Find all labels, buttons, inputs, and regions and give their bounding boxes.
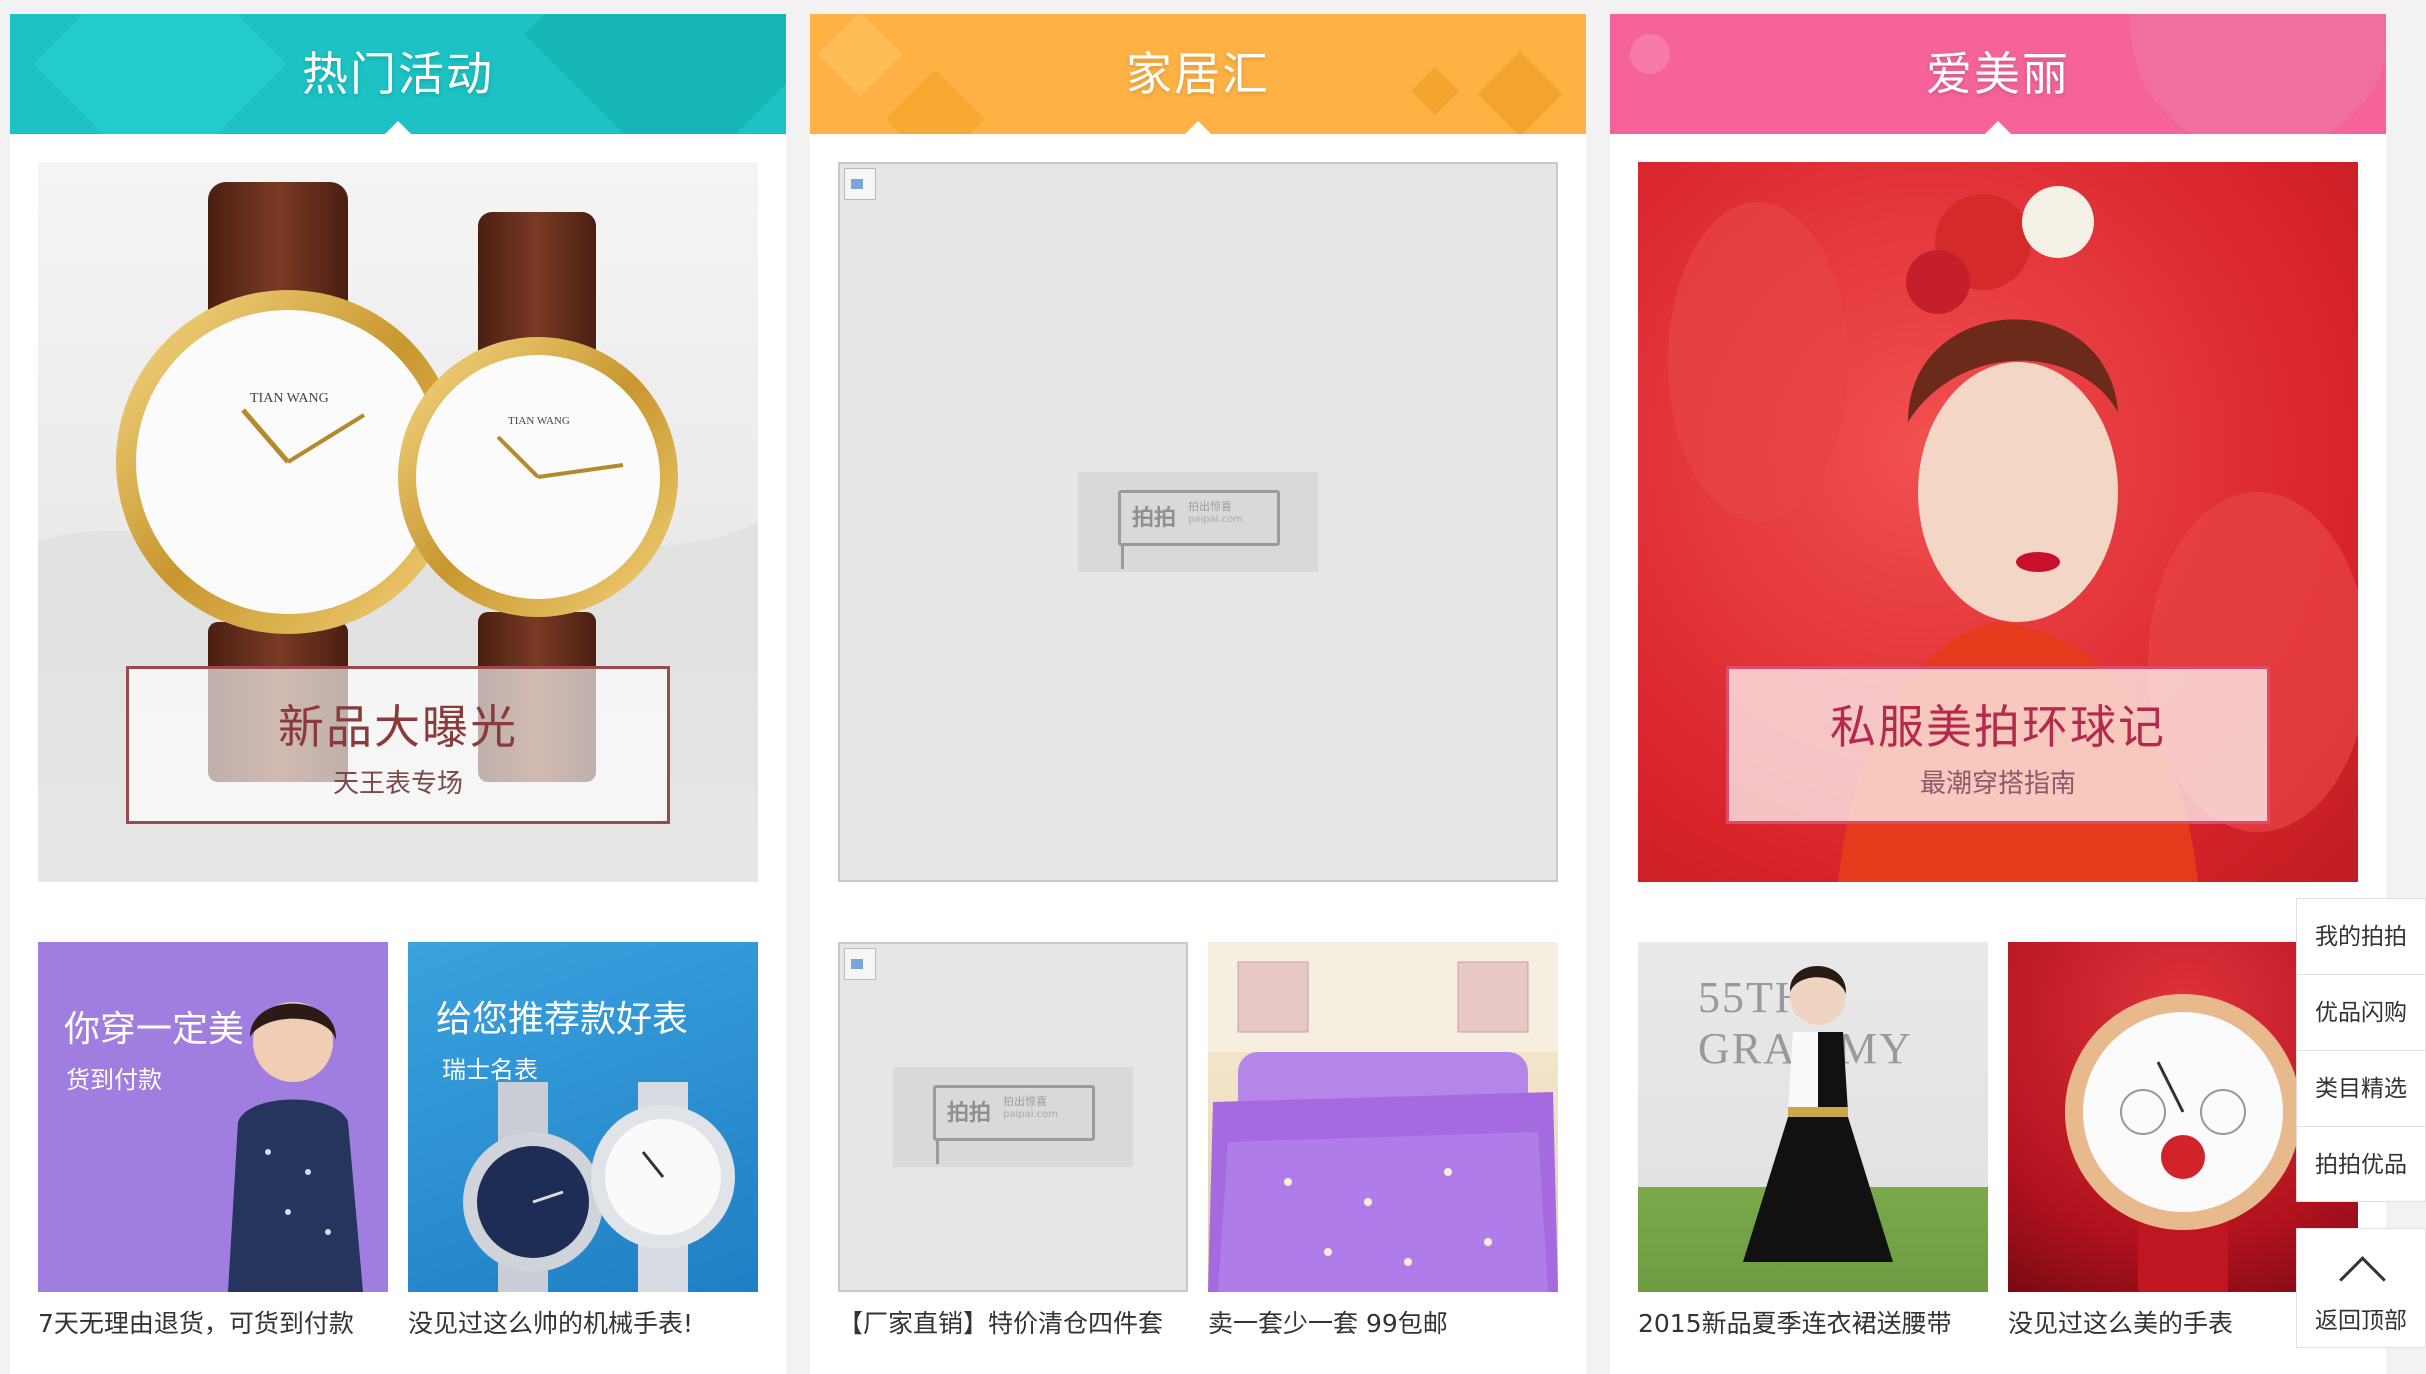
watch-illustration (463, 1082, 735, 1292)
header-notch (1184, 121, 1212, 134)
header-notch (1984, 121, 2012, 134)
product-caption[interactable]: 【厂家直销】特价清仓四件套 (838, 1304, 1198, 1340)
product-caption[interactable]: 7天无理由退货，可货到付款 (38, 1304, 398, 1340)
column-beauty: 爱美丽 私服美拍环球记 最潮穿搭指南 55TH GRAMMY (1610, 14, 2386, 1374)
broken-image-icon (844, 168, 876, 200)
column-home-goods: 家居汇 拍拍 拍出惊喜 paipai.com 拍拍 拍出惊喜 paipai.co… (810, 14, 1586, 1374)
banner-caption-box: 新品大曝光 天王表专场 (126, 666, 670, 824)
sidebar-item-category-picks[interactable]: 类目精选 (2296, 1050, 2426, 1126)
column-hot-activities: 热门活动 TIAN WANG TIAN WANG 新品大曝光 天王表专场 你穿一… (10, 14, 786, 1374)
chevron-up-icon (2339, 1256, 2386, 1303)
product-dress[interactable]: 55TH GRAMMY (1638, 942, 1988, 1292)
broken-image-icon (844, 948, 876, 980)
paipai-logo: 拍拍 拍出惊喜 paipai.com (1078, 472, 1318, 572)
column-title[interactable]: 爱美丽 (1610, 14, 2386, 134)
promo-fashion[interactable]: 你穿一定美 货到付款 (38, 942, 388, 1292)
column-title[interactable]: 家居汇 (810, 14, 1586, 134)
sidebar-item-paipai-choice[interactable]: 拍拍优品 (2296, 1126, 2426, 1202)
product-caption[interactable]: 2015新品夏季连衣裙送腰带 (1638, 1304, 1998, 1340)
promo-subline: 货到付款 (66, 1066, 162, 1094)
logo-subtext: 拍出惊喜 (1188, 500, 1232, 513)
banner-caption-box: 私服美拍环球记 最潮穿搭指南 (1726, 666, 2270, 824)
banner-image-placeholder[interactable]: 拍拍 拍出惊喜 paipai.com (838, 162, 1558, 882)
column-header: 家居汇 (810, 14, 1586, 134)
product-caption[interactable]: 没见过这么帅的机械手表! (408, 1304, 768, 1340)
banner-subline: 天王表专场 (332, 769, 463, 799)
header-notch (384, 121, 412, 134)
svg-text:TIAN WANG: TIAN WANG (250, 391, 329, 406)
bedding-illustration (1208, 942, 1558, 1292)
promo-watches[interactable]: 给您推荐款好表 瑞士名表 (408, 942, 758, 1292)
product-image-placeholder[interactable]: 拍拍 拍出惊喜 paipai.com (838, 942, 1188, 1292)
back-to-top-label: 返回顶部 (2315, 1308, 2407, 1334)
promo-headline: 给您推荐款好表 (436, 999, 689, 1040)
logo-subtext: 拍出惊喜 (1003, 1095, 1047, 1108)
logo-url: paipai.com (1003, 1109, 1059, 1120)
product-bedding[interactable] (1208, 942, 1558, 1292)
logo-url: paipai.com (1188, 514, 1244, 525)
product-caption[interactable]: 卖一套少一套 99包邮 (1208, 1304, 1568, 1340)
sidebar-item-my-paipai[interactable]: 我的拍拍 (2296, 898, 2426, 974)
banner-watches[interactable]: TIAN WANG TIAN WANG 新品大曝光 天王表专场 (38, 162, 758, 882)
model-illustration (228, 1002, 363, 1292)
column-title[interactable]: 热门活动 (10, 14, 786, 134)
logo-text: 拍拍 (1132, 506, 1177, 531)
banner-headline: 新品大曝光 (278, 700, 518, 754)
banner-subline: 最潮穿搭指南 (1919, 769, 2076, 799)
banner-fashion[interactable]: 私服美拍环球记 最潮穿搭指南 (1638, 162, 2358, 882)
dress-model-illustration (1743, 965, 1893, 1262)
logo-text: 拍拍 (947, 1101, 992, 1126)
floating-sidebar: 我的拍拍 优品闪购 类目精选 拍拍优品 返回顶部 (2296, 898, 2426, 1348)
back-to-top-button[interactable]: 返回顶部 (2296, 1228, 2426, 1348)
promo-subline: 瑞士名表 (442, 1056, 538, 1084)
paipai-logo: 拍拍 拍出惊喜 paipai.com (893, 1067, 1133, 1167)
svg-text:TIAN WANG: TIAN WANG (508, 415, 570, 427)
banner-headline: 私服美拍环球记 (1830, 700, 2166, 754)
sidebar-item-flash-sale[interactable]: 优品闪购 (2296, 974, 2426, 1050)
column-header: 爱美丽 (1610, 14, 2386, 134)
column-header: 热门活动 (10, 14, 786, 134)
